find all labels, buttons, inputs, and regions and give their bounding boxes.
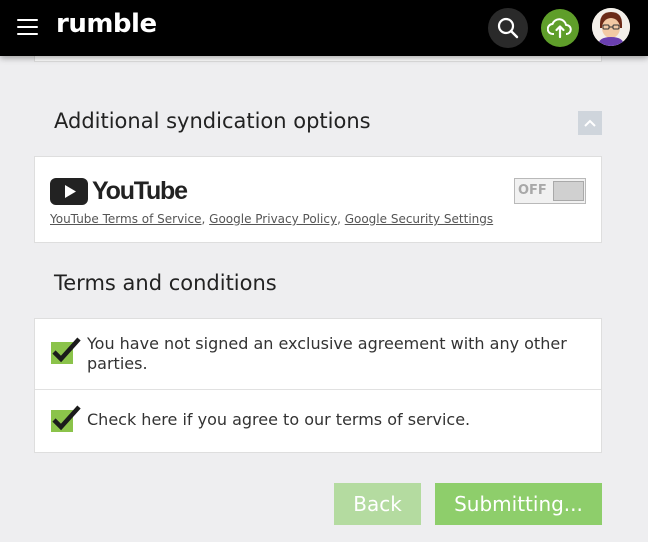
youtube-play-icon (50, 178, 88, 205)
terms-of-service-text: Check here if you agree to our terms of … (87, 410, 471, 429)
search-icon (497, 17, 519, 39)
menu-icon[interactable] (17, 17, 38, 37)
checkmark-icon (52, 337, 81, 363)
submit-button[interactable]: Submitting... (435, 483, 602, 525)
terms-of-service-checkbox[interactable] (51, 405, 81, 432)
user-avatar[interactable] (592, 8, 630, 46)
collapse-button[interactable] (578, 111, 602, 135)
exclusive-agreement-text: You have not signed an exclusive agreeme… (87, 334, 567, 373)
youtube-logo: YouTube (50, 177, 188, 206)
google-privacy-link[interactable]: Google Privacy Policy (209, 212, 337, 226)
avatar-image (592, 8, 630, 46)
toggle-knob (553, 181, 584, 201)
top-navigation-bar: rumble (0, 0, 648, 56)
youtube-terms-link[interactable]: YouTube Terms of Service (50, 212, 202, 226)
back-button[interactable]: Back (334, 483, 421, 525)
toggle-label: OFF (518, 183, 547, 198)
terms-item[interactable]: You have not signed an exclusive agreeme… (35, 319, 601, 390)
exclusive-agreement-checkbox[interactable] (51, 337, 81, 364)
upload-icon (547, 18, 572, 39)
terms-card: You have not signed an exclusive agreeme… (34, 318, 602, 453)
youtube-links: YouTube Terms of Service, Google Privacy… (50, 212, 494, 226)
terms-title: Terms and conditions (54, 271, 277, 295)
youtube-syndication-card: YouTube YouTube Terms of Service, Google… (34, 156, 602, 243)
youtube-toggle[interactable]: OFF (514, 178, 586, 204)
rumble-logo[interactable]: rumble (56, 9, 157, 39)
chevron-up-icon (584, 119, 596, 127)
search-button[interactable] (488, 8, 528, 48)
upload-button[interactable] (541, 9, 579, 47)
terms-item[interactable]: Check here if you agree to our terms of … (35, 390, 601, 452)
checkmark-icon (52, 405, 81, 431)
google-security-link[interactable]: Google Security Settings (345, 212, 493, 226)
youtube-wordmark: YouTube (92, 177, 188, 205)
syndication-title: Additional syndication options (54, 109, 371, 133)
